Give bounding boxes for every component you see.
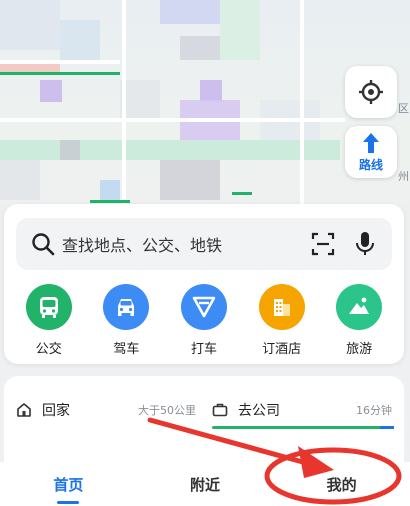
map-view[interactable]: 区 州 路线 [0,0,410,230]
search-icon [32,233,55,256]
car-icon [103,284,150,330]
map-label: 区 [398,102,409,115]
traffic-bar-tip [380,426,394,429]
route-button-label: 路线 [358,157,383,172]
quick-action-label: 驾车 [113,342,140,357]
briefcase-icon [212,403,228,417]
map-road [300,0,304,230]
bottom-navigation: 首页 附近 我的 [0,462,410,506]
hotel-icon [258,284,305,330]
quick-action-taxi[interactable]: 打车 [168,284,240,360]
tab-home[interactable]: 首页 [0,462,137,506]
go-home-item[interactable]: 回家 大于50公里 [16,398,196,422]
map-tile [220,0,260,60]
microphone-icon[interactable] [354,231,376,257]
active-tab-indicator [57,501,80,504]
tab-mine[interactable]: 我的 [273,462,410,506]
quick-actions: 公交 驾车 打车 订酒店 旅游 [4,284,404,360]
route-button[interactable]: 路线 [345,126,397,178]
home-icon [17,403,31,417]
work-duration: 16分钟 [356,404,392,417]
tab-label: 附近 [190,475,221,494]
map-tile [160,160,220,200]
map-label: 州 [398,170,409,183]
search-placeholder: 查找地点、公交、地铁 [62,236,223,255]
taxi-icon [180,284,227,330]
map-tile [180,36,220,60]
map-road [122,0,126,230]
quick-action-label: 订酒店 [262,342,302,357]
map-tile [0,140,340,160]
map-tile [0,160,40,200]
transit-line [0,72,120,75]
transit-line [232,192,252,195]
locate-icon [359,80,383,104]
search-card: 查找地点、公交、地铁 公交 驾车 打车 订酒店 旅游 [4,204,404,364]
search-input[interactable]: 查找地点、公交、地铁 [16,218,392,270]
map-tile [40,80,62,102]
map-tile [0,0,60,50]
tab-nearby[interactable]: 附近 [137,462,274,506]
bus-icon [25,284,72,330]
route-arrow-icon [363,132,379,153]
work-label: 去公司 [238,403,280,419]
map-tile [200,80,222,102]
quick-action-drive[interactable]: 驾车 [90,284,162,360]
map-tile [160,0,220,24]
tab-label: 我的 [326,475,357,494]
map-tile [60,20,100,60]
quick-action-label: 打车 [190,342,217,357]
map-tile [120,80,160,120]
quick-action-travel[interactable]: 旅游 [323,284,395,360]
quick-action-hotel[interactable]: 订酒店 [246,284,318,360]
travel-icon [336,284,383,330]
locate-me-button[interactable] [345,66,397,118]
go-work-item[interactable]: 去公司 16分钟 [212,398,392,422]
quick-action-label: 旅游 [346,342,373,357]
home-distance: 大于50公里 [138,404,196,417]
map-tile [100,180,120,200]
home-label: 回家 [42,403,70,419]
transit-line [90,200,130,203]
quick-action-label: 公交 [35,342,62,357]
map-tile [60,140,80,160]
scan-icon[interactable] [310,231,336,257]
map-road [0,118,345,122]
destinations-card: 回家 大于50公里 去公司 16分钟 [4,376,404,476]
tab-label: 首页 [53,475,84,494]
traffic-bar [212,426,394,429]
quick-action-bus[interactable]: 公交 [13,284,85,360]
map-road [0,60,120,64]
